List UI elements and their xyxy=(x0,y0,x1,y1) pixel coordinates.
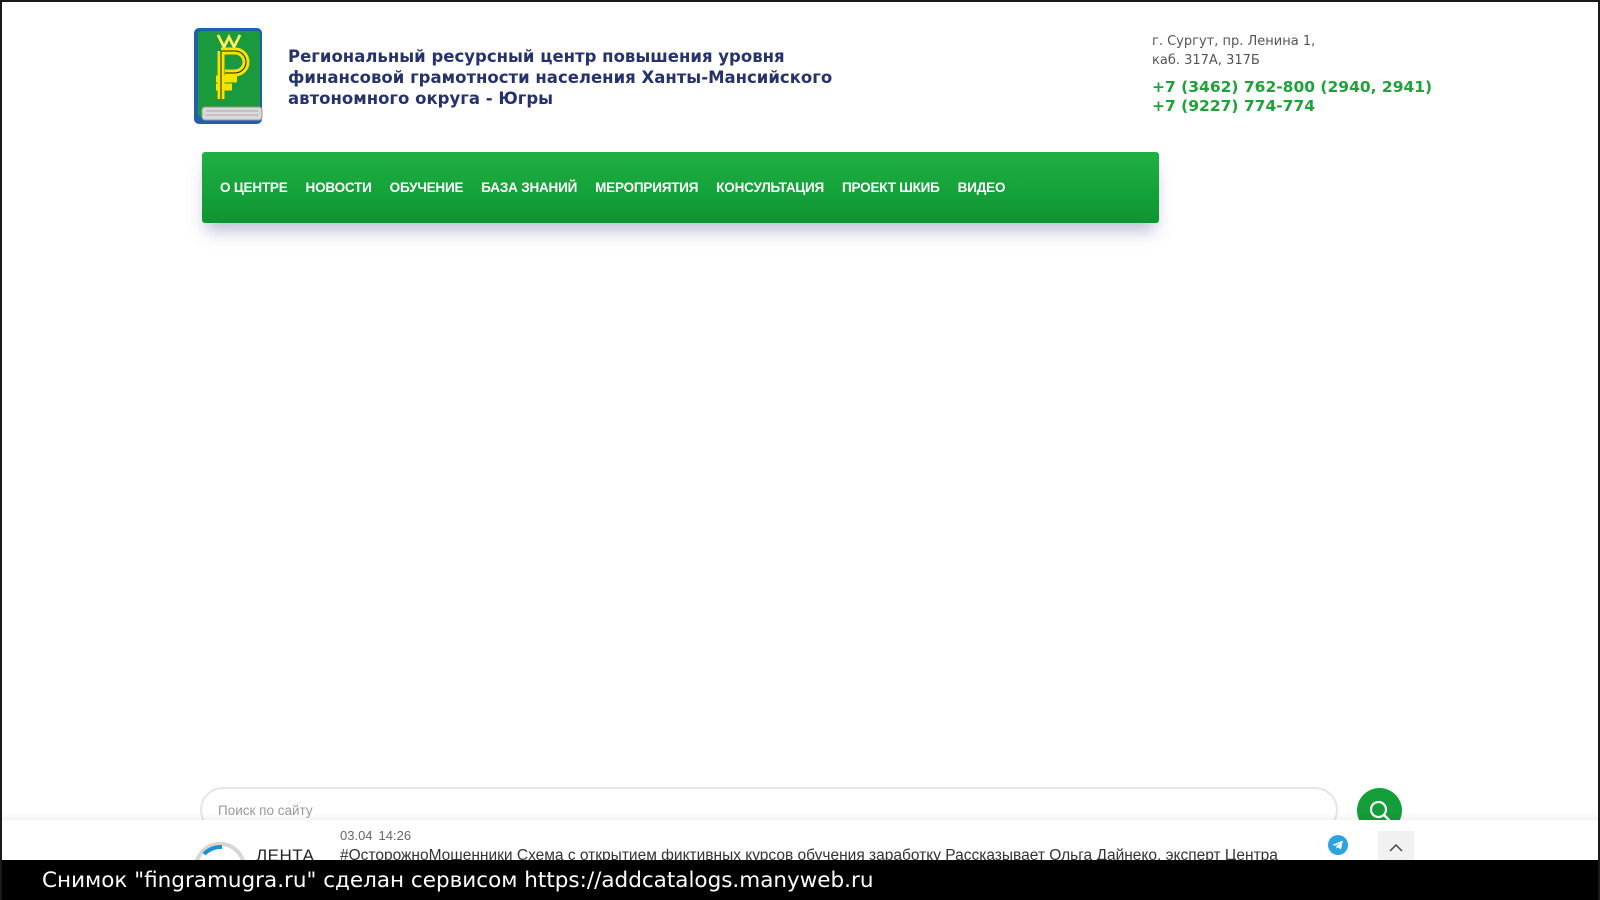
nav-item-events[interactable]: МЕРОПРИЯТИЯ xyxy=(595,180,698,195)
telegram-icon xyxy=(1328,835,1348,855)
page-frame: Региональный ресурсный центр повышения у… xyxy=(0,0,1600,900)
address: г. Сургут, пр. Ленина 1, каб. 317А, 317Б xyxy=(1152,32,1452,70)
feed-ring-icon xyxy=(194,842,246,862)
nav-item-video[interactable]: ВИДЕО xyxy=(958,180,1006,195)
news-feed-bar: ЛЕНТА 03.04 14:26 #ОсторожноМошенники Схе… xyxy=(2,820,1598,865)
feed-logo[interactable]: ЛЕНТА xyxy=(192,842,322,862)
feed-timestamp: 03.04 14:26 xyxy=(340,828,411,843)
feed-time: 14:26 xyxy=(378,828,412,843)
phone-link-1[interactable]: +7 (3462) 762-800 (2940, 2941) xyxy=(1152,78,1452,97)
org-title[interactable]: Региональный ресурсный центр повышения у… xyxy=(288,46,833,109)
org-title-line: финансовой грамотности населения Ханты-М… xyxy=(288,68,833,87)
main-nav: О ЦЕНТРЕ НОВОСТИ ОБУЧЕНИЕ БАЗА ЗНАНИЙ МЕ… xyxy=(202,152,1159,223)
screenshot-caption: Снимок "fingramugra.ru" сделан сервисом … xyxy=(2,860,1598,900)
address-line: каб. 317А, 317Б xyxy=(1152,53,1260,68)
address-line: г. Сургут, пр. Ленина 1, xyxy=(1152,34,1316,49)
search-icon xyxy=(1369,800,1390,821)
chevron-up-icon xyxy=(1389,843,1403,852)
ruble-book-logo-icon xyxy=(194,28,263,124)
feed-date: 03.04 xyxy=(340,828,373,843)
nav-item-about[interactable]: О ЦЕНТРЕ xyxy=(220,180,288,195)
contacts-block: г. Сургут, пр. Ленина 1, каб. 317А, 317Б… xyxy=(1152,32,1452,116)
org-title-line: Региональный ресурсный центр повышения у… xyxy=(288,47,785,66)
nav-item-knowledge-base[interactable]: БАЗА ЗНАНИЙ xyxy=(481,180,577,195)
nav-item-consultation[interactable]: КОНСУЛЬТАЦИЯ xyxy=(716,180,824,195)
org-title-line: автономного округа - Югры xyxy=(288,89,554,108)
nav-item-learning[interactable]: ОБУЧЕНИЕ xyxy=(390,180,464,195)
telegram-link[interactable] xyxy=(1328,835,1348,855)
nav-item-project-shkib[interactable]: ПРОЕКТ ШКИБ xyxy=(842,180,940,195)
nav-item-news[interactable]: НОВОСТИ xyxy=(306,180,372,195)
phone-link-2[interactable]: +7 (9227) 774-774 xyxy=(1152,97,1452,116)
site-logo[interactable] xyxy=(192,27,266,127)
